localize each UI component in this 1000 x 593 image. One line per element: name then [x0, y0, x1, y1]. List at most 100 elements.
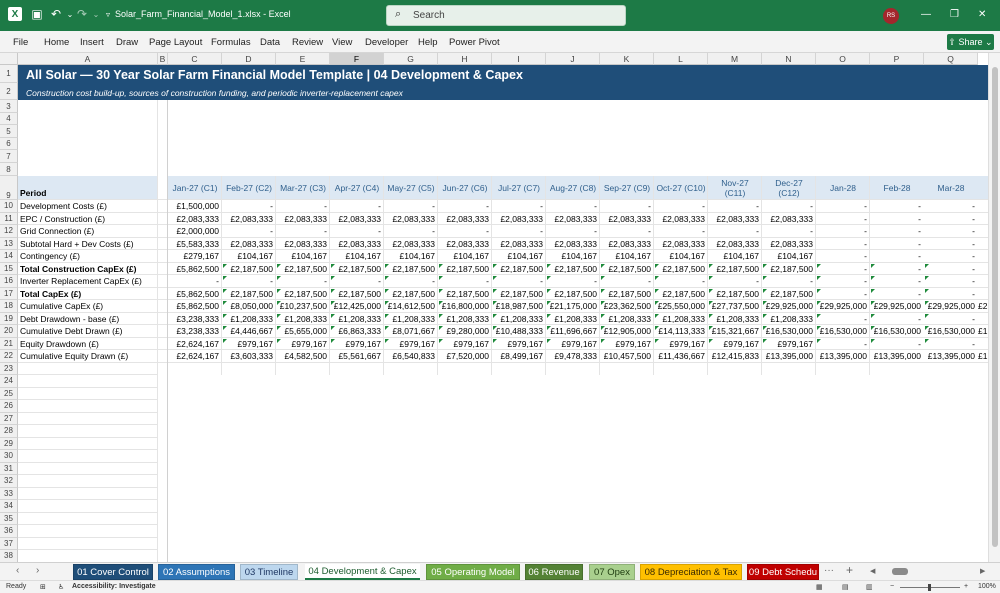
spreadsheet-grid[interactable]: All Solar — 30 Year Solar Farm Financial…	[0, 53, 988, 562]
column-header-D[interactable]: D	[222, 53, 276, 65]
row-label[interactable]: Development Costs (£)	[20, 200, 107, 213]
period-header[interactable]: Jan-28	[816, 176, 870, 200]
value-cell[interactable]: -	[492, 225, 543, 238]
row-label[interactable]: Debt Drawdown - base (£)	[20, 313, 119, 326]
value-cell[interactable]: £979,167	[762, 338, 813, 351]
value-cell[interactable]: £2,083,333	[492, 238, 543, 251]
value-cell[interactable]: -	[816, 338, 867, 351]
column-header-B[interactable]: B	[158, 53, 168, 65]
value-cell[interactable]: £16,530,000	[870, 325, 921, 338]
value-cell[interactable]: £12,425,000	[330, 300, 381, 313]
value-cell[interactable]: £16,530,000	[816, 325, 867, 338]
row-header[interactable]: 26	[0, 400, 18, 413]
avatar[interactable]: RS	[883, 8, 899, 24]
value-cell[interactable]: £2,083,333	[330, 238, 381, 251]
value-cell[interactable]: -	[924, 275, 975, 288]
row-label[interactable]: Cumulative Debt Drawn (£)	[20, 325, 123, 338]
value-cell[interactable]: £2,187,500	[276, 288, 327, 301]
undo-icon[interactable]: ↶	[49, 7, 63, 21]
row-header[interactable]: 23	[0, 362, 18, 375]
value-cell[interactable]: £7,520,000	[438, 350, 489, 363]
sheet-tab[interactable]: 03 Timeline	[240, 564, 298, 580]
value-cell[interactable]: -	[924, 225, 975, 238]
row-header[interactable]: 9	[0, 176, 18, 200]
value-cell[interactable]: £2,187,500	[384, 263, 435, 276]
value-cell[interactable]: £2,083,333	[276, 213, 327, 226]
period-header[interactable]: Jun-27 (C6)	[438, 176, 492, 200]
more-tabs-button[interactable]: ···	[824, 565, 834, 576]
value-cell[interactable]: £25,550,000	[654, 300, 705, 313]
value-cell[interactable]: -	[330, 200, 381, 213]
value-cell[interactable]: -	[276, 225, 327, 238]
value-cell[interactable]: £2,083,333	[600, 238, 651, 251]
value-cell[interactable]: -	[924, 263, 975, 276]
value-cell[interactable]: £2,083,333	[330, 213, 381, 226]
close-icon[interactable]: ✕	[978, 9, 986, 20]
value-cell[interactable]: -	[438, 225, 489, 238]
row-label[interactable]: Grid Connection (£)	[20, 225, 94, 238]
value-cell[interactable]: -	[870, 275, 921, 288]
value-cell[interactable]: £2,083,333	[762, 213, 813, 226]
value-cell[interactable]: £5,583,333	[168, 238, 219, 251]
value-cell[interactable]: -	[870, 250, 921, 263]
tab-scroll-right-icon[interactable]: ›	[36, 565, 39, 576]
value-cell[interactable]: £11,436,667	[654, 350, 705, 363]
value-cell[interactable]: -	[924, 313, 975, 326]
value-cell[interactable]: £1,208,333	[276, 313, 327, 326]
value-cell[interactable]: -	[870, 338, 921, 351]
value-cell[interactable]: -	[546, 200, 597, 213]
row-header[interactable]: 38	[0, 550, 18, 562]
value-cell[interactable]: -	[384, 200, 435, 213]
value-cell[interactable]: £2,624,167	[168, 350, 219, 363]
menu-file[interactable]: File	[13, 37, 28, 48]
menu-formulas[interactable]: Formulas	[211, 37, 251, 48]
value-cell[interactable]: £104,167	[600, 250, 651, 263]
column-header-H[interactable]: H	[438, 53, 492, 65]
value-cell[interactable]: £2,187,500	[708, 288, 759, 301]
value-cell[interactable]: -	[708, 200, 759, 213]
value-cell[interactable]: £3,238,333	[168, 313, 219, 326]
value-cell[interactable]: £13,395,000	[816, 350, 867, 363]
value-cell[interactable]: -	[762, 225, 813, 238]
value-cell[interactable]: -	[816, 238, 867, 251]
value-cell[interactable]: -	[816, 213, 867, 226]
row-header[interactable]: 33	[0, 487, 18, 500]
sheet-tab[interactable]: 05 Operating Model	[426, 564, 520, 580]
value-cell[interactable]: £2,187,500	[762, 288, 813, 301]
zoom-slider[interactable]	[900, 584, 960, 591]
zoom-level[interactable]: 100%	[978, 583, 996, 590]
value-cell[interactable]: £8,050,000	[222, 300, 273, 313]
value-cell[interactable]: -	[924, 288, 975, 301]
value-cell[interactable]: £2,083,333	[654, 213, 705, 226]
row-label[interactable]: Contingency (£)	[20, 250, 80, 263]
value-cell[interactable]: £104,167	[708, 250, 759, 263]
value-cell[interactable]: -	[708, 275, 759, 288]
row-label[interactable]: Inverter Replacement CapEx (£)	[20, 275, 142, 288]
add-sheet-button[interactable]: +	[846, 563, 853, 577]
value-cell[interactable]: -	[384, 225, 435, 238]
select-all-corner[interactable]	[0, 53, 18, 65]
value-cell[interactable]: £979,167	[654, 338, 705, 351]
period-header[interactable]: Feb-28	[870, 176, 924, 200]
row-header[interactable]: 22	[0, 350, 18, 363]
value-cell[interactable]: £104,167	[492, 250, 543, 263]
value-cell[interactable]: £2,187,500	[546, 288, 597, 301]
row-header[interactable]: 17	[0, 287, 18, 300]
period-header[interactable]: Feb-27 (C2)	[222, 176, 276, 200]
horizontal-scroll-thumb[interactable]	[892, 568, 908, 575]
value-cell[interactable]: £5,561,667	[330, 350, 381, 363]
value-cell[interactable]: £2,187,500	[222, 288, 273, 301]
menu-insert[interactable]: Insert	[80, 37, 104, 48]
value-cell[interactable]: £2,187,500	[330, 263, 381, 276]
value-cell[interactable]: £4,446,667	[222, 325, 273, 338]
period-header[interactable]: Sep-27 (C9)	[600, 176, 654, 200]
value-cell[interactable]: £104,167	[330, 250, 381, 263]
column-header-N[interactable]: N	[762, 53, 816, 65]
value-cell[interactable]: £1,208,333	[222, 313, 273, 326]
tab-scroll-left-icon[interactable]: ‹	[16, 565, 19, 576]
row-label[interactable]: Subtotal Hard + Dev Costs (£)	[20, 238, 134, 251]
value-cell[interactable]: -	[438, 200, 489, 213]
value-cell[interactable]: £979,167	[546, 338, 597, 351]
hscroll-left-icon[interactable]: ◀	[870, 567, 875, 575]
value-cell[interactable]: -	[816, 313, 867, 326]
